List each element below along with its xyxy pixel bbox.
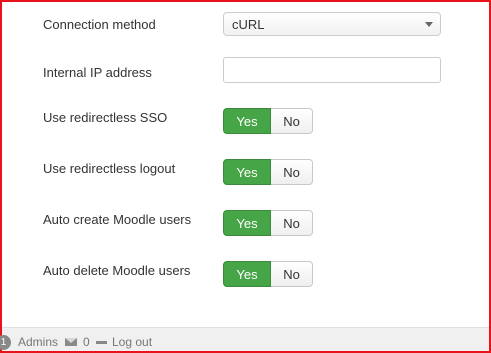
connection-method-value: cURL [232,17,265,32]
auto-create-users-yes-button[interactable]: Yes [223,210,271,236]
redirectless-logout-toggle: Yes No [223,159,313,185]
redirectless-sso-no-button[interactable]: No [271,108,313,134]
auto-create-users-label: Auto create Moodle users [43,212,192,227]
chevron-down-icon [425,22,433,27]
connection-method-label: Connection method [43,17,156,32]
redirectless-logout-no-button[interactable]: No [271,159,313,185]
connection-method-select[interactable]: cURL [223,12,441,36]
auto-delete-users-label: Auto delete Moodle users [43,263,191,278]
redirectless-sso-toggle: Yes No [223,108,313,134]
settings-form: Connection method cURL Internal IP addre… [2,2,489,326]
internal-ip-input[interactable] [223,57,441,83]
redirectless-sso-label: Use redirectless SSO [43,110,168,125]
auto-delete-users-toggle: Yes No [223,261,313,287]
message-count: 0 [83,335,90,349]
auto-delete-users-yes-button[interactable]: Yes [223,261,271,287]
auto-create-users-no-button[interactable]: No [271,210,313,236]
auto-delete-users-no-button[interactable]: No [271,261,313,287]
status-bar: 1 Admins 0 Log out [0,327,489,351]
internal-ip-label: Internal IP address [43,65,152,80]
admins-link[interactable]: Admins [18,335,58,349]
admins-count-badge: 1 [0,335,11,350]
minus-icon [96,341,107,344]
envelope-icon[interactable] [65,338,77,346]
redirectless-logout-label: Use redirectless logout [43,161,176,176]
redirectless-logout-yes-button[interactable]: Yes [223,159,271,185]
auto-create-users-toggle: Yes No [223,210,313,236]
redirectless-sso-yes-button[interactable]: Yes [223,108,271,134]
logout-link[interactable]: Log out [112,335,152,349]
